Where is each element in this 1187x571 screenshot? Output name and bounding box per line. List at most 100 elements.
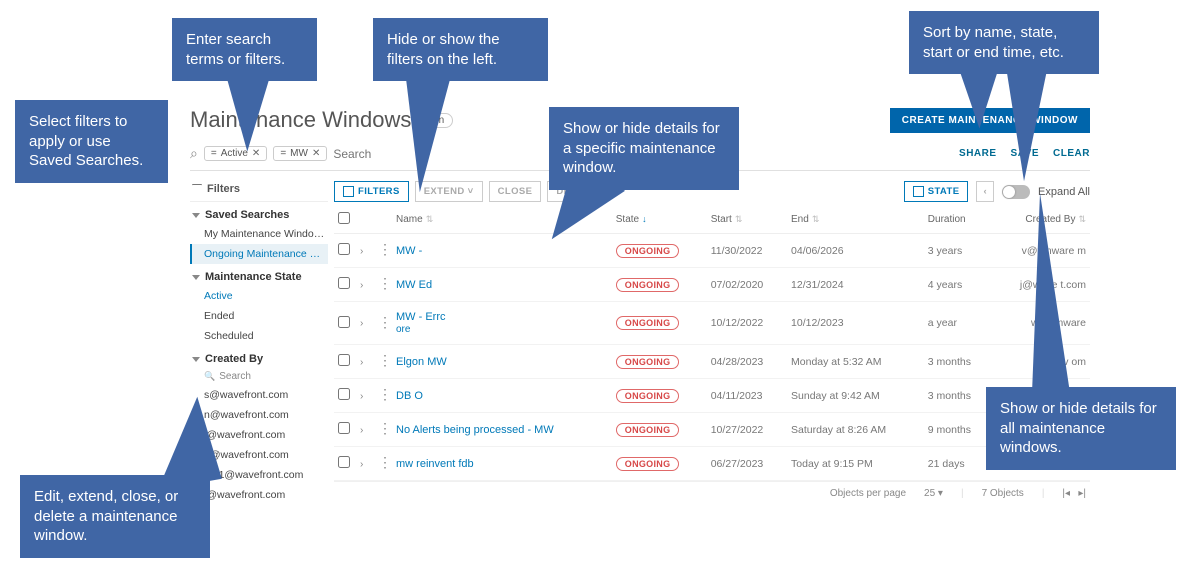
duration-cell: 3 months [924,345,992,379]
row-actions-menu-icon[interactable]: ⋮ [378,244,388,254]
share-link[interactable]: SHARE [959,148,997,159]
start-cell: 10/27/2022 [707,413,787,447]
state-badge: ONGOING [616,457,680,471]
chevron-down-icon [192,357,200,362]
sort-direction-button[interactable]: ‹ [976,181,994,202]
callout-tail [1032,193,1070,393]
expand-row-icon[interactable]: › [360,391,363,402]
expand-row-icon[interactable]: › [360,425,363,436]
sidebar-item-scheduled[interactable]: Scheduled [190,326,328,346]
per-page-select[interactable]: 25 ▾ [924,488,943,499]
start-cell: 11/30/2022 [707,234,787,268]
table-row: ›⋮Elgon MWONGOING04/28/2023Monday at 5:3… [334,345,1090,379]
state-badge: ONGOING [616,278,680,292]
row-checkbox[interactable] [338,456,350,468]
callout-filters-toggle: Hide or show the filters on the left. [373,18,548,81]
chevron-down-icon [192,213,200,218]
end-cell: 04/06/2026 [787,234,924,268]
created-by-header[interactable]: Created By [190,346,328,368]
expand-all-toggle[interactable] [1002,185,1030,199]
clear-link[interactable]: CLEAR [1053,148,1090,159]
maintenance-state-header[interactable]: Maintenance State [190,264,328,286]
section-title: Saved Searches [205,209,289,221]
chip-prefix: = [280,148,286,159]
mw-name-link[interactable]: MW Ed [396,279,432,291]
funnel-icon [192,184,202,194]
expand-row-icon[interactable]: › [360,318,363,329]
expand-row-icon[interactable]: › [360,459,363,470]
saved-searches-header[interactable]: Saved Searches [190,202,328,224]
row-actions-menu-icon[interactable]: ⋮ [378,389,388,399]
mw-name-link[interactable]: MW - Errc [396,311,445,323]
col-end[interactable]: End⇅ [787,206,924,234]
expand-row-icon[interactable]: › [360,246,363,257]
callout-tail [1006,65,1052,181]
sidebar-item-ongoing[interactable]: Ongoing Maintenance Wi... [190,244,328,264]
page-title: Maintenance Windows [190,107,411,133]
end-cell: 12/31/2024 [787,268,924,302]
row-actions-menu-icon[interactable]: ⋮ [378,278,388,288]
row-checkbox[interactable] [338,388,350,400]
filters-label: Filters [207,183,240,195]
start-cell: 10/12/2022 [707,302,787,345]
select-all-checkbox[interactable] [338,212,350,224]
sidebar-item-creator[interactable]: j@wavefront.com [190,485,328,505]
mw-name-link[interactable]: MW - [396,245,422,257]
section-title: Maintenance State [205,271,302,283]
callout-tail [227,74,277,153]
row-checkbox[interactable] [338,243,350,255]
created-by-search[interactable]: Search [190,368,328,385]
sort-button[interactable]: STATE [904,181,969,202]
mw-name-link[interactable]: No Alerts being processed - MW [396,424,554,436]
table-row: › ⋮ MW Ed ONGOING 07/02/202012/31/20244 year… [334,268,1090,302]
chip-remove-icon[interactable]: ✕ [312,148,320,159]
mw-name-link[interactable]: ore [396,324,410,335]
mw-name-link[interactable]: mw reinvent fdb [396,458,474,470]
expand-row-icon[interactable]: › [360,280,363,291]
sidebar-item-creator[interactable]: s@wavefront.com [190,385,328,405]
row-actions-menu-icon[interactable]: ⋮ [378,317,388,327]
state-badge: ONGOING [616,355,680,369]
col-start[interactable]: Start⇅ [707,206,787,234]
callout-expand-all: Show or hide details for all maintenance… [986,387,1176,470]
search-icon: ⌕ [190,145,198,162]
chip-prefix: = [211,148,217,159]
per-page-label: Objects per page [830,488,906,499]
row-checkbox[interactable] [338,277,350,289]
filters-header[interactable]: Filters [190,177,328,202]
row-checkbox[interactable] [338,422,350,434]
start-cell: 04/11/2023 [707,379,787,413]
row-checkbox[interactable] [338,354,350,366]
sidebar-item-active[interactable]: Active [190,286,328,306]
chip-label: MW [290,148,308,159]
row-checkbox[interactable] [338,316,350,328]
table-footer: Objects per page 25 ▾ | 7 Objects | |◂ ▸… [334,481,1090,505]
callout-search: Enter search terms or filters. [172,18,317,81]
start-cell: 06/27/2023 [707,447,787,481]
close-button[interactable]: CLOSE [489,181,542,202]
col-state[interactable]: State↓ [612,206,707,234]
mw-name-link[interactable]: Elgon MW [396,356,447,368]
table-row: ›⋮mw reinvent fdbONGOING06/27/2023Today … [334,447,1090,481]
duration-cell: 4 years [924,268,992,302]
total-objects: 7 Objects [982,488,1024,499]
duration-cell: 3 years [924,234,992,268]
expand-row-icon[interactable]: › [360,357,363,368]
sidebar-item-my-maintenance[interactable]: My Maintenance Windows [190,224,328,244]
pagination[interactable]: |◂ ▸| [1062,488,1086,499]
row-actions-menu-icon[interactable]: ⋮ [378,457,388,467]
row-actions-menu-icon[interactable]: ⋮ [378,423,388,433]
callout-sort: Sort by name, state, start or end time, … [909,11,1099,74]
state-badge: ONGOING [616,244,680,258]
filter-chip-mw[interactable]: = MW ✕ [273,146,327,161]
end-cell: 10/12/2023 [787,302,924,345]
start-cell: 07/02/2020 [707,268,787,302]
end-cell: Monday at 5:32 AM [787,345,924,379]
col-duration[interactable]: Duration [924,206,992,234]
mw-name-link[interactable]: DB O [396,390,423,402]
create-maintenance-window-button[interactable]: CREATE MAINTENANCE WINDOW [890,108,1090,133]
sidebar-item-ended[interactable]: Ended [190,306,328,326]
table-row: › ⋮ MW - ONGOING 11/30/202204/06/20263 years… [334,234,1090,268]
row-actions-menu-icon[interactable]: ⋮ [378,355,388,365]
section-title: Created By [205,353,263,365]
